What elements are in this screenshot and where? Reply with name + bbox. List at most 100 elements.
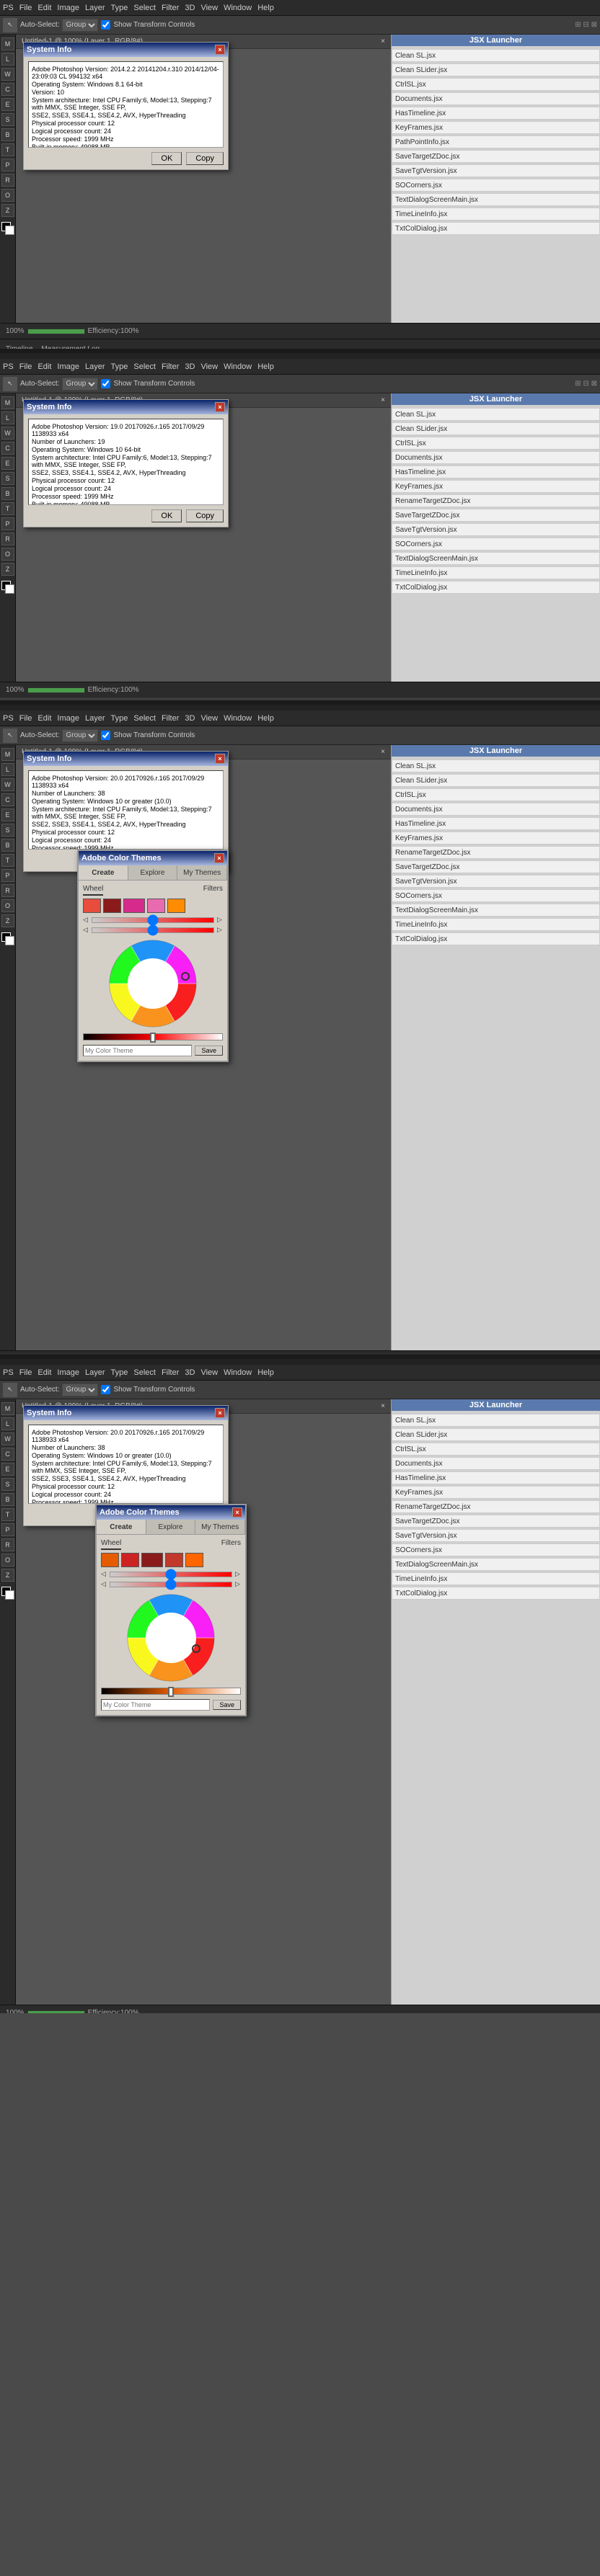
jsx-item-clean-slider-4[interactable]: Clean SLider.jsx [392,1428,600,1441]
swatch-orange-4[interactable] [101,1553,119,1567]
dialog-copy-btn-1[interactable]: Copy [186,152,224,165]
menu-filter-2[interactable]: Filter [162,362,179,371]
swatch-red-4[interactable] [121,1553,139,1567]
jsx-item-textdialog-4[interactable]: TextDialogScreenMain.jsx [392,1558,600,1571]
canvas-close-3[interactable]: × [381,748,385,756]
menu-image-3[interactable]: Image [57,714,79,723]
tool-4-1[interactable]: M [1,1402,14,1415]
menu-ps[interactable]: PS [3,4,14,12]
jsx-item-savetgtversion-4[interactable]: SaveTgtVersion.jsx [392,1529,600,1542]
dialog-close-btn-3[interactable]: × [215,754,225,764]
tool-10[interactable]: R [1,174,14,187]
jsx-item-ctrlsl-4[interactable]: CtrlSL.jsx [392,1443,600,1456]
tool-3-10[interactable]: R [1,884,14,897]
menu-filter-3[interactable]: Filter [162,714,179,723]
tool-5[interactable]: E [1,98,14,111]
transform-controls-check[interactable] [101,20,110,30]
tool-4[interactable]: C [1,83,14,96]
menu-filter[interactable]: Filter [162,4,179,12]
tool-3-6[interactable]: S [1,824,14,837]
tool-move[interactable]: ↖ [3,18,17,32]
brightness-track-4[interactable] [101,1688,241,1695]
tool-3-1[interactable]: M [1,748,14,761]
tool-4-3[interactable]: W [1,1432,14,1445]
theme-save-btn-4[interactable]: Save [213,1700,241,1710]
menu-ps-2[interactable]: PS [3,362,14,371]
swatch-maroon-3[interactable] [103,899,121,913]
jsx-item-savetargetzdoc-2[interactable]: SaveTargetZDoc.jsx [392,509,600,522]
slider-2-3[interactable] [92,927,214,933]
menu-help-2[interactable]: Help [257,362,274,371]
jsx-item-savetgtversion-1[interactable]: SaveTgtVersion.jsx [392,164,600,177]
menu-select-2[interactable]: Select [133,362,156,371]
jsx-item-documents-1[interactable]: Documents.jsx [392,92,600,105]
swatch-orange2-4[interactable] [185,1553,203,1567]
jsx-item-timelineinfo-2[interactable]: TimeLineInfo.jsx [392,566,600,579]
tool-4-10[interactable]: R [1,1538,14,1551]
jsx-item-txtcoldialog-1[interactable]: TxtColDialog.jsx [392,222,600,235]
jsx-item-clean-sl-4[interactable]: Clean SL.jsx [392,1414,600,1427]
jsx-item-textdialog-1[interactable]: TextDialogScreenMain.jsx [392,193,600,206]
tool-2-3[interactable]: W [1,427,14,440]
jsx-item-savetargetzdoc-1[interactable]: SaveTargetZDoc.jsx [392,150,600,163]
tool-4-5[interactable]: E [1,1463,14,1476]
menu-window-2[interactable]: Window [224,362,252,371]
tool-2-8[interactable]: T [1,502,14,515]
jsx-item-renametarget-4[interactable]: RenameTargetZDoc.jsx [392,1500,600,1513]
dialog-ok-btn-1[interactable]: OK [151,152,182,165]
jsx-item-hastimeline-3[interactable]: HasTimeline.jsx [392,817,600,830]
jsx-item-renametarget-2[interactable]: RenameTargetZDoc.jsx [392,494,600,507]
jsx-item-savetargetzdoc-4[interactable]: SaveTargetZDoc.jsx [392,1515,600,1528]
jsx-item-txtcoldialog-3[interactable]: TxtColDialog.jsx [392,932,600,945]
menu-view-2[interactable]: View [200,362,218,371]
menu-layer-4[interactable]: Layer [85,1368,105,1377]
tool-2-1[interactable]: M [1,396,14,409]
theme-name-input-3[interactable] [83,1045,192,1056]
menu-3d[interactable]: 3D [185,4,195,12]
swatch-brown-4[interactable] [165,1553,183,1567]
tool-4-8[interactable]: T [1,1508,14,1521]
tool-4-2[interactable]: L [1,1417,14,1430]
jsx-item-socorners-4[interactable]: SOCorners.jsx [392,1543,600,1556]
menu-window-4[interactable]: Window [224,1368,252,1377]
color-theme-close-4[interactable]: × [232,1507,242,1517]
swatch-red-3[interactable] [83,899,101,913]
tool-2-12[interactable]: Z [1,563,14,576]
swatch-orange-3[interactable] [167,899,185,913]
jsx-item-clean-sl-1[interactable]: Clean SL.jsx [392,49,600,62]
menu-view-4[interactable]: View [200,1368,218,1377]
swatch-pink-3[interactable] [147,899,165,913]
tool-2-5[interactable]: E [1,457,14,470]
menu-file-3[interactable]: File [19,714,32,723]
jsx-item-clean-sl-2[interactable]: Clean SL.jsx [392,408,600,421]
tool-4-4[interactable]: C [1,1448,14,1461]
tool-3[interactable]: W [1,68,14,81]
transform-controls-check-4[interactable] [101,1385,110,1394]
canvas-close-1[interactable]: × [381,37,385,45]
tool-4-11[interactable]: O [1,1554,14,1566]
auto-select-dropdown-4[interactable]: Group [62,1383,98,1396]
menu-filter-4[interactable]: Filter [162,1368,179,1377]
tool-3-5[interactable]: E [1,808,14,821]
menu-type-2[interactable]: Type [111,362,128,371]
swatch-purple-3[interactable] [123,899,145,913]
menu-ps-4[interactable]: PS [3,1368,14,1377]
brightness-track-3[interactable] [83,1033,223,1040]
theme-name-input-4[interactable] [101,1699,210,1711]
jsx-item-textdialog-2[interactable]: TextDialogScreenMain.jsx [392,552,600,565]
canvas-close-2[interactable]: × [381,396,385,404]
tool-3-4[interactable]: C [1,793,14,806]
tool-12[interactable]: Z [1,204,14,217]
jsx-item-keyframes-3[interactable]: KeyFrames.jsx [392,832,600,844]
menu-select-4[interactable]: Select [133,1368,156,1377]
tab-mythemes-3[interactable]: My Themes [177,865,227,880]
jsx-item-hastimeline-2[interactable]: HasTimeline.jsx [392,465,600,478]
filters-tab-4[interactable]: Filters [221,1539,241,1550]
auto-select-dropdown[interactable]: Group [62,19,98,32]
slider-1-3[interactable] [92,917,214,923]
jsx-item-txtcoldialog-4[interactable]: TxtColDialog.jsx [392,1587,600,1600]
menu-help[interactable]: Help [257,4,274,12]
tool-2-7[interactable]: B [1,487,14,500]
menu-layer[interactable]: Layer [85,4,105,12]
jsx-item-documents-3[interactable]: Documents.jsx [392,803,600,816]
